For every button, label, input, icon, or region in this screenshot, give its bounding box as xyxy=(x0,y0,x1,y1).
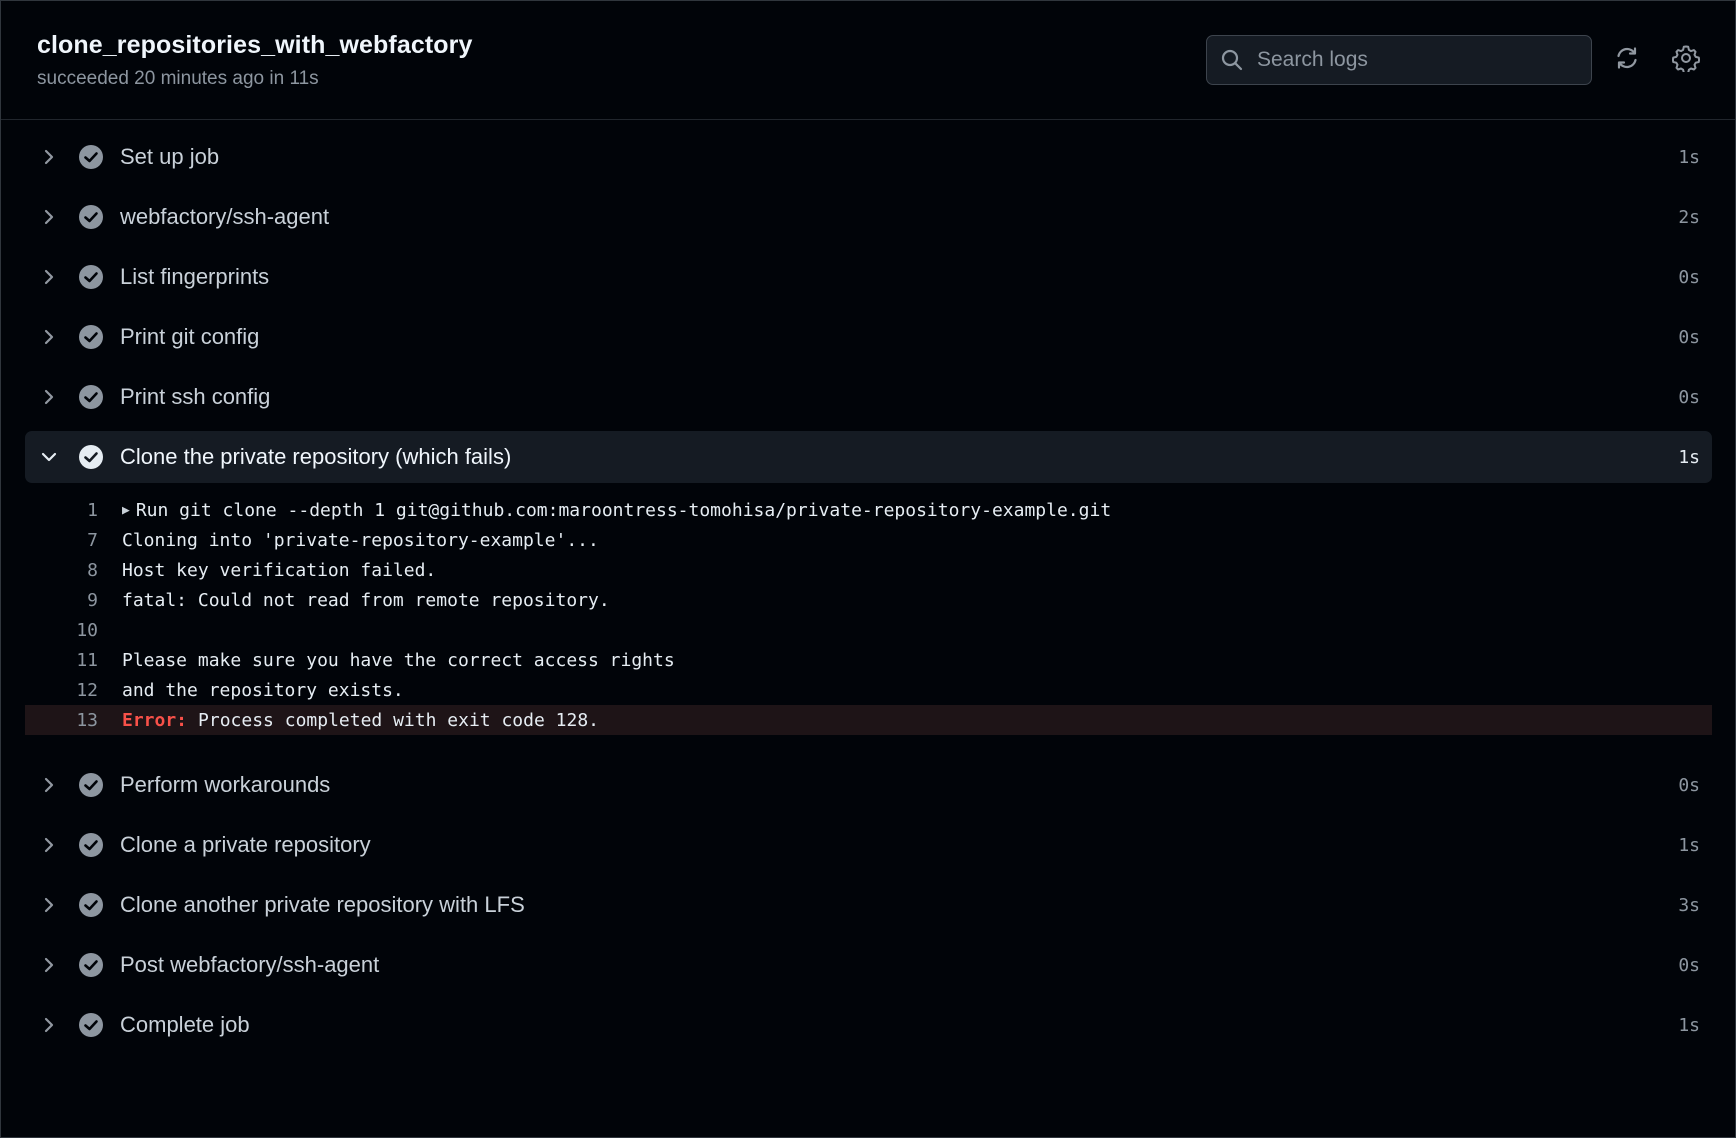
job-header: clone_repositories_with_webfactory succe… xyxy=(1,1,1735,120)
log-text: Please make sure you have the correct ac… xyxy=(122,649,675,671)
settings-button[interactable] xyxy=(1669,43,1703,77)
job-title: clone_repositories_with_webfactory xyxy=(37,31,473,59)
check-circle-icon xyxy=(78,264,104,290)
step-name: Print ssh config xyxy=(120,384,271,409)
check-circle-icon xyxy=(78,204,104,230)
step-row[interactable]: Clone a private repository 1s xyxy=(25,819,1712,871)
line-number[interactable]: 13 xyxy=(25,710,98,731)
step-name: Clone the private repository (which fail… xyxy=(120,444,512,469)
steps-list: Set up job 1s webfactory/ssh-agent 2s List f… xyxy=(25,131,1712,1059)
step-row[interactable]: webfactory/ssh-agent 2s xyxy=(25,191,1712,243)
step-duration: 2s xyxy=(1678,206,1700,228)
chevron-right-icon[interactable] xyxy=(38,206,60,228)
log-line-error: 13 Error: Process completed with exit code… xyxy=(25,705,1712,735)
chevron-right-icon[interactable] xyxy=(38,954,60,976)
refresh-button[interactable] xyxy=(1610,43,1644,77)
line-number[interactable]: 9 xyxy=(25,590,98,611)
check-circle-icon xyxy=(78,952,104,978)
step-row[interactable]: Clone another private repository with LF… xyxy=(25,879,1712,931)
log-line: 8 Host key verification failed. xyxy=(25,555,1712,585)
chevron-right-icon[interactable] xyxy=(38,266,60,288)
log-text: Run git clone --depth 1 git@github.com:m… xyxy=(135,499,1112,521)
step-name: Print git config xyxy=(120,324,260,349)
step-duration: 1s xyxy=(1678,146,1700,168)
log-line: 9 fatal: Could not read from remote repos… xyxy=(25,585,1712,615)
check-circle-icon xyxy=(78,772,104,798)
error-label: Error: xyxy=(122,709,188,731)
step-duration: 0s xyxy=(1678,266,1700,288)
step-row[interactable]: Perform workarounds 0s xyxy=(25,759,1712,811)
step-row[interactable]: Set up job 1s xyxy=(25,131,1712,183)
step-duration: 1s xyxy=(1678,834,1700,856)
log-text: Cloning into 'private-repository-example… xyxy=(122,529,599,551)
chevron-right-icon[interactable] xyxy=(38,834,60,856)
step-row[interactable]: Complete job 1s xyxy=(25,999,1712,1051)
check-circle-icon xyxy=(78,384,104,410)
step-duration: 0s xyxy=(1678,386,1700,408)
job-log-panel: clone_repositories_with_webfactory succe… xyxy=(0,0,1736,1138)
search-logs-input[interactable] xyxy=(1255,47,1579,73)
search-logs-field[interactable] xyxy=(1206,35,1592,85)
step-name: List fingerprints xyxy=(120,264,270,289)
step-row[interactable]: List fingerprints 0s xyxy=(25,251,1712,303)
step-name: Complete job xyxy=(120,1012,250,1037)
log-text: fatal: Could not read from remote reposi… xyxy=(122,589,610,611)
check-circle-icon xyxy=(78,1012,104,1038)
refresh-icon xyxy=(1614,45,1640,76)
step-row[interactable]: Print git config 0s xyxy=(25,311,1712,363)
line-number[interactable]: 1 xyxy=(25,500,98,521)
chevron-right-icon[interactable] xyxy=(38,774,60,796)
step-name: Post webfactory/ssh-agent xyxy=(120,952,380,977)
check-circle-icon xyxy=(78,832,104,858)
step-duration: 1s xyxy=(1678,446,1700,468)
step-name: webfactory/ssh-agent xyxy=(120,204,330,229)
check-circle-icon xyxy=(78,324,104,350)
step-name: Perform workarounds xyxy=(120,772,331,797)
line-number[interactable]: 12 xyxy=(25,680,98,701)
check-circle-icon xyxy=(78,892,104,918)
step-row[interactable]: Post webfactory/ssh-agent 0s xyxy=(25,939,1712,991)
step-duration: 1s xyxy=(1678,1014,1700,1036)
step-duration: 0s xyxy=(1678,954,1700,976)
step-name: Clone a private repository xyxy=(120,832,371,857)
step-name: Clone another private repository with LF… xyxy=(120,892,525,917)
chevron-right-icon[interactable] xyxy=(38,386,60,408)
step-duration: 3s xyxy=(1678,894,1700,916)
gear-icon xyxy=(1671,44,1701,77)
job-status-text: succeeded 20 minutes ago in 11s xyxy=(37,68,319,89)
expand-group-icon[interactable]: ▶ xyxy=(122,503,130,518)
line-number[interactable]: 8 xyxy=(25,560,98,581)
search-icon xyxy=(1219,47,1245,73)
log-text: Process completed with exit code 128. xyxy=(198,709,599,731)
chevron-right-icon[interactable] xyxy=(38,146,60,168)
log-line: 11 Please make sure you have the correct … xyxy=(25,645,1712,675)
check-circle-icon xyxy=(78,144,104,170)
log-text: and the repository exists. xyxy=(122,679,404,701)
chevron-right-icon[interactable] xyxy=(38,894,60,916)
log-line: 10 xyxy=(25,615,1712,645)
step-duration: 0s xyxy=(1678,774,1700,796)
log-line: 1 ▶ Run git clone --depth 1 git@github.com… xyxy=(25,495,1712,525)
step-row[interactable]: Print ssh config 0s xyxy=(25,371,1712,423)
chevron-down-icon[interactable] xyxy=(38,446,60,468)
log-text: Host key verification failed. xyxy=(122,559,437,581)
log-line: 12 and the repository exists. xyxy=(25,675,1712,705)
step-duration: 0s xyxy=(1678,326,1700,348)
log-line: 7 Cloning into 'private-repository-exampl… xyxy=(25,525,1712,555)
line-number[interactable]: 10 xyxy=(25,620,98,641)
step-row-expanded[interactable]: Clone the private repository (which fail… xyxy=(25,431,1712,483)
step-name: Set up job xyxy=(120,144,220,169)
line-number[interactable]: 11 xyxy=(25,650,98,671)
chevron-right-icon[interactable] xyxy=(38,1014,60,1036)
check-circle-icon xyxy=(78,444,104,470)
step-log: 1 ▶ Run git clone --depth 1 git@github.com… xyxy=(25,495,1712,735)
chevron-right-icon[interactable] xyxy=(38,326,60,348)
line-number[interactable]: 7 xyxy=(25,530,98,551)
